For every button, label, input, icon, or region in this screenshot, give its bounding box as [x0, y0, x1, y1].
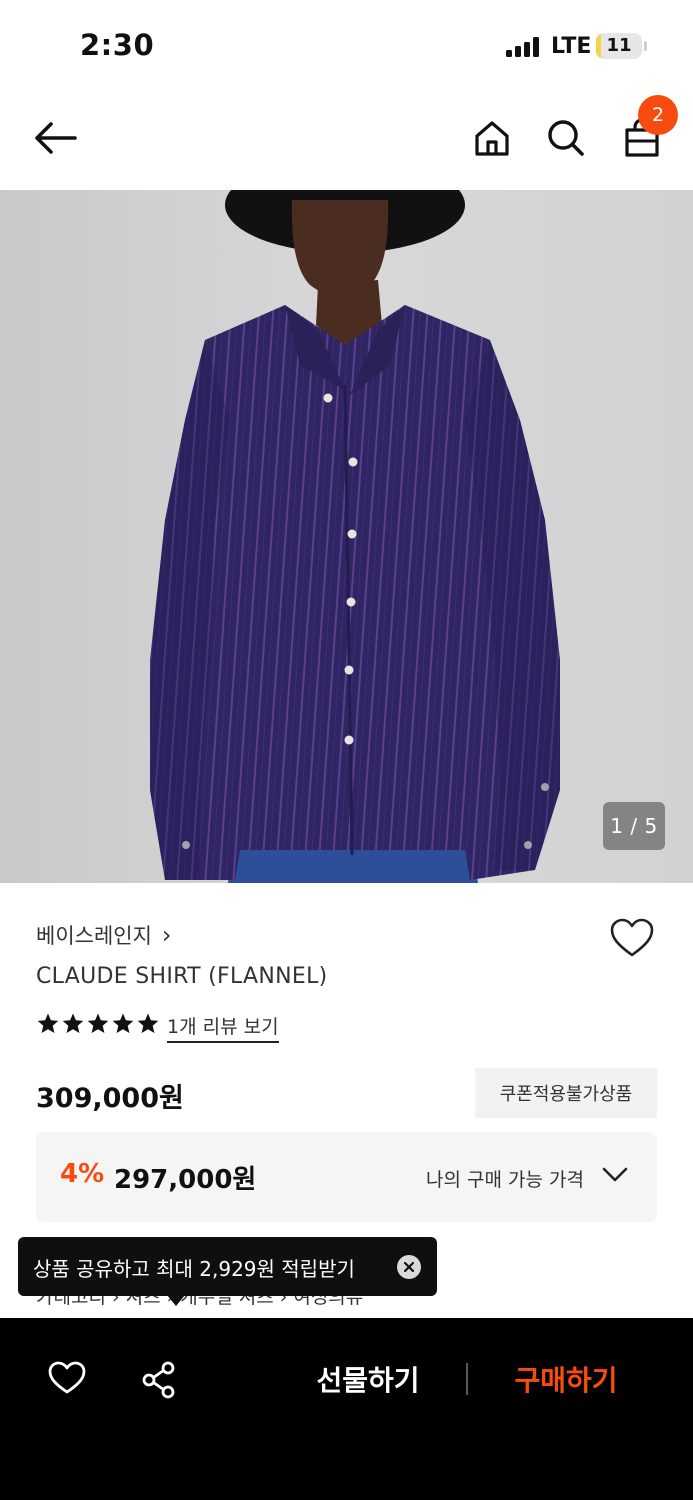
brand-name: 베이스레인지: [36, 924, 152, 948]
battery-icon: 11: [596, 33, 642, 59]
home-icon: [475, 121, 509, 156]
share-button[interactable]: [140, 1361, 178, 1403]
chevron-right-icon: ›: [161, 921, 172, 949]
star-icon: [62, 1013, 84, 1033]
tooltip-close-button[interactable]: [397, 1255, 421, 1279]
discount-rate: 4%: [60, 1159, 105, 1189]
top-navigation: [0, 90, 693, 190]
review-link[interactable]: 1개 리뷰 보기: [167, 1012, 279, 1043]
status-time: 2:30: [80, 28, 155, 62]
star-icon: [137, 1013, 159, 1033]
wishlist-button[interactable]: [610, 918, 654, 962]
search-icon: [548, 120, 584, 156]
search-button[interactable]: [540, 112, 592, 164]
brand-link[interactable]: 베이스레인지 ›: [36, 920, 172, 950]
battery-terminal: [644, 41, 647, 51]
network-type: LTE: [551, 34, 592, 59]
product-photo: [0, 190, 693, 883]
bottom-action-bar: 선물하기 구매하기: [0, 1318, 693, 1500]
star-icon: [112, 1013, 134, 1033]
heart-outline-icon: [610, 918, 654, 957]
close-icon: [404, 1262, 414, 1272]
original-price: 309,000원: [36, 1083, 184, 1114]
my-price-label: 나의 구매 가능 가격: [426, 1169, 584, 1191]
product-image[interactable]: [0, 190, 693, 883]
battery-percent: 11: [606, 35, 632, 56]
my-price-toggle[interactable]: 4% 297,000원 나의 구매 가능 가격: [36, 1132, 657, 1222]
star-icon: [37, 1013, 59, 1033]
arrow-left-icon: [35, 122, 77, 154]
status-bar: 2:30 LTE 11: [0, 0, 693, 90]
chevron-down-icon: [602, 1167, 628, 1182]
home-button[interactable]: [466, 112, 518, 164]
coupon-unavailable-tag: 쿠폰적용불가상품: [475, 1068, 657, 1118]
heart-outline-icon: [48, 1361, 86, 1394]
share-icon: [142, 1361, 175, 1399]
bottom-wishlist-button[interactable]: [48, 1361, 86, 1399]
discount-price: 297,000원: [114, 1165, 257, 1195]
signal-strength-icon: [506, 37, 544, 57]
tooltip-text: 상품 공유하고 최대 2,929원 적립받기: [33, 1257, 355, 1281]
cart-count-badge: 2: [638, 95, 678, 135]
bottom-divider: [466, 1363, 468, 1395]
back-button[interactable]: [30, 112, 82, 164]
star-icon: [87, 1013, 109, 1033]
share-reward-tooltip: 상품 공유하고 최대 2,929원 적립받기: [18, 1237, 437, 1306]
tooltip-arrow: [167, 1295, 185, 1306]
rating-stars: [36, 1012, 160, 1036]
product-name: CLAUDE SHIRT (FLANNEL): [36, 964, 328, 989]
image-counter: 1 / 5: [603, 802, 665, 850]
buy-button[interactable]: 구매하기: [498, 1358, 634, 1400]
gift-button[interactable]: 선물하기: [300, 1358, 436, 1400]
